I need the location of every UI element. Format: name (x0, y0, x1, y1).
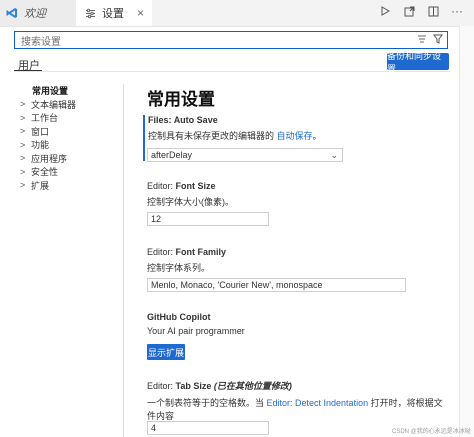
divider (14, 71, 450, 72)
chevron-right-icon: > (20, 153, 26, 164)
settings-search-box[interactable] (14, 31, 448, 50)
setting-name: Auto Save (173, 115, 218, 125)
settings-toc: 常用设置 > 文本编辑器 > 工作台 > 窗口 > 功能 > 应用程序 > 安全… (20, 84, 130, 192)
setting-description: 一个制表符等于的空格数。当 Editor: Detect Indentation… (147, 396, 447, 422)
toc-item-label: 应用程序 (31, 153, 68, 164)
setting-name: Font Size (175, 181, 216, 191)
setting-description: 控制具有未保存更改的编辑器的 自动保存。 (148, 129, 448, 142)
setting-label: GitHub Copilot (147, 312, 447, 322)
setting-label: Editor: Font Size (147, 181, 447, 191)
toc-item-label: 窗口 (31, 126, 50, 137)
desc-text: 。 (312, 131, 322, 141)
tab-welcome[interactable]: 欢迎 (0, 0, 76, 26)
settings-file-icon (84, 7, 96, 19)
chevron-right-icon: > (20, 112, 26, 123)
chevron-right-icon: > (20, 99, 26, 110)
editor-tab-bar: 欢迎 设置 × ··· (0, 0, 474, 27)
toc-item-commonly-used[interactable]: 常用设置 (20, 84, 130, 98)
watermark-text: CSDN @我的心永远是冰冰哒 (392, 429, 471, 435)
setting-font-size: Editor: Font Size 控制字体大小(像素)。 (147, 181, 447, 208)
setting-description: 控制字体系列。 (147, 263, 211, 273)
desc-text: 一个制表符等于的空格数。当 (147, 398, 267, 408)
setting-github-copilot: GitHub Copilot Your AI pair programmer (147, 312, 447, 336)
setting-category: Editor: (147, 181, 176, 191)
chevron-right-icon: > (20, 180, 26, 191)
clear-filter-icon[interactable] (417, 34, 427, 47)
font-family-input[interactable]: Menlo, Monaco, 'Courier New', monospace (147, 278, 406, 292)
toc-item-workbench[interactable]: > 工作台 (20, 111, 130, 125)
search-input[interactable] (19, 34, 413, 50)
setting-label: Editor: Font Family (147, 247, 447, 257)
toc-item-label: 文本编辑器 (31, 99, 77, 110)
select-value: afterDelay (151, 150, 193, 160)
font-size-input[interactable]: 12 (147, 212, 269, 226)
tab-welcome-label: 欢迎 (24, 8, 46, 20)
vscode-logo-icon (6, 7, 18, 19)
tab-settings-label: 设置 (102, 8, 124, 20)
setting-description: 控制字体大小(像素)。 (147, 197, 234, 207)
toc-item-label: 扩展 (31, 180, 50, 191)
toc-item-label: 常用设置 (32, 86, 69, 97)
chevron-right-icon: > (20, 126, 26, 137)
chevron-right-icon: > (20, 166, 26, 177)
toc-item-label: 安全性 (31, 167, 59, 178)
toc-item-label: 工作台 (31, 113, 59, 124)
more-icon[interactable]: ··· (450, 4, 464, 18)
split-editor-icon[interactable] (426, 4, 440, 18)
run-icon[interactable] (378, 4, 392, 18)
setting-category: Files: (148, 115, 174, 125)
desc-text: 控制具有未保存更改的编辑器的 (148, 131, 277, 141)
toc-item-window[interactable]: > 窗口 (20, 125, 130, 139)
adjacent-window-edge (459, 26, 474, 437)
setting-label: Files: Auto Save (148, 115, 448, 125)
setting-auto-save: Files: Auto Save 控制具有未保存更改的编辑器的 自动保存。 (148, 115, 448, 142)
tab-size-input[interactable]: 4 (147, 421, 269, 435)
close-icon[interactable]: × (137, 6, 144, 20)
chevron-down-icon: ⌄ (330, 150, 338, 160)
filter-icon[interactable] (433, 34, 443, 47)
modified-elsewhere-note[interactable]: (已在其他位置修改) (214, 381, 292, 391)
setting-description: Your AI pair programmer (147, 326, 245, 336)
tab-settings[interactable]: 设置 × (76, 0, 152, 26)
toc-sash[interactable] (123, 84, 124, 437)
setting-name: GitHub Copilot (147, 312, 211, 322)
setting-category: Editor: (147, 381, 176, 391)
toc-item-security[interactable]: > 安全性 (20, 165, 130, 179)
toc-item-label: 功能 (31, 140, 50, 151)
setting-font-family: Editor: Font Family 控制字体系列。 (147, 247, 447, 274)
auto-save-select[interactable]: afterDelay ⌄ (147, 148, 343, 162)
setting-name: Tab Size (175, 381, 212, 391)
setting-category: Editor: (147, 247, 176, 257)
show-extension-button[interactable]: 显示扩展 (147, 344, 185, 360)
page-title: 常用设置 (147, 90, 215, 109)
chevron-right-icon: > (20, 139, 26, 150)
toc-item-text-editor[interactable]: > 文本编辑器 (20, 98, 130, 112)
backup-sync-button[interactable]: 备份和同步设置 (387, 51, 449, 74)
toc-item-application[interactable]: > 应用程序 (20, 152, 130, 166)
toc-item-features[interactable]: > 功能 (20, 138, 130, 152)
auto-save-link[interactable]: 自动保存 (277, 131, 313, 141)
setting-label: Editor: Tab Size (已在其他位置修改) (147, 379, 447, 392)
setting-name: Font Family (175, 247, 227, 257)
open-changes-icon[interactable] (402, 4, 416, 18)
focused-setting-indicator (143, 115, 145, 161)
detect-indentation-link[interactable]: Editor: Detect Indentation (267, 398, 369, 408)
toc-item-extensions[interactable]: > 扩展 (20, 179, 130, 193)
